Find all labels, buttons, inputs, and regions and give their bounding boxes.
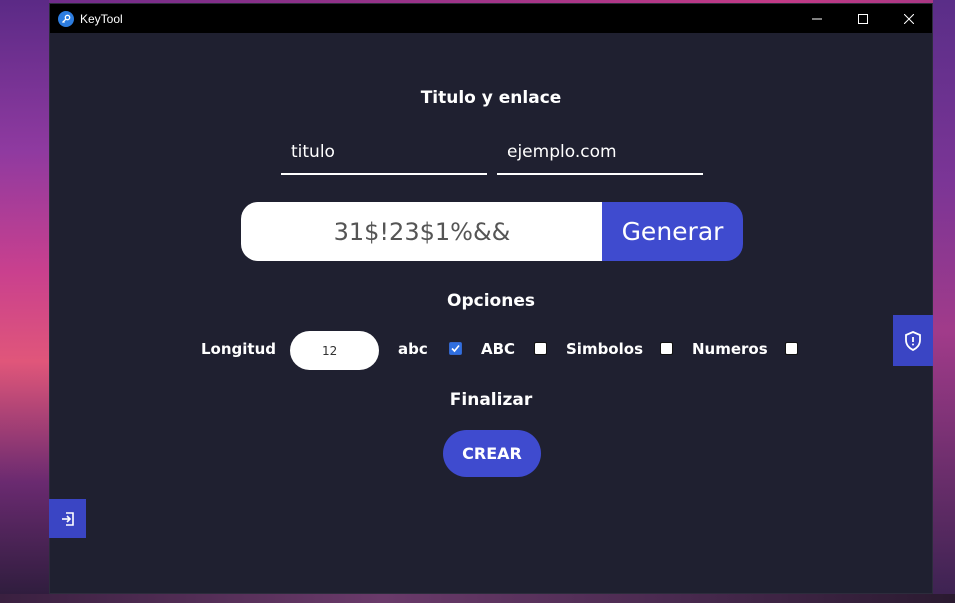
symbols-checkbox[interactable] [660, 342, 673, 355]
desktop-wallpaper-bottom [0, 594, 955, 603]
maximize-button[interactable] [840, 4, 886, 33]
minimize-icon [812, 18, 822, 19]
link-input[interactable] [497, 131, 703, 175]
create-button[interactable]: CREAR [443, 430, 541, 477]
maximize-icon [858, 13, 868, 24]
uppercase-label: ABC [481, 340, 516, 358]
lowercase-checkbox[interactable] [449, 342, 462, 355]
main-content: Titulo y enlace Generar Opciones Longitu… [50, 33, 932, 594]
generate-button[interactable]: Generar [602, 202, 743, 261]
numbers-checkbox[interactable] [785, 342, 798, 355]
close-icon [904, 13, 914, 24]
app-window: KeyTool Titulo y enlace Generar Opciones… [49, 3, 933, 594]
logout-icon [61, 511, 74, 526]
close-button[interactable] [886, 4, 932, 33]
uppercase-checkbox[interactable] [534, 342, 547, 355]
numbers-label: Numeros [692, 340, 768, 358]
title-input[interactable] [281, 131, 487, 175]
symbols-label: Simbolos [566, 340, 643, 358]
window-controls [794, 4, 932, 33]
logout-button[interactable] [49, 499, 86, 538]
length-input[interactable] [290, 331, 379, 370]
desktop-wallpaper-right [933, 0, 955, 603]
window-title: KeyTool [80, 11, 123, 26]
shield-icon [905, 330, 921, 351]
desktop-wallpaper-left [0, 0, 49, 603]
shield-button[interactable] [893, 315, 933, 366]
section-heading-finish: Finalizar [449, 390, 533, 410]
password-output[interactable] [241, 202, 603, 261]
minimize-button[interactable] [794, 4, 840, 33]
section-heading-options: Opciones [447, 291, 535, 311]
length-label: Longitud [201, 340, 277, 358]
check-icon [450, 343, 461, 354]
key-icon [58, 10, 74, 27]
lowercase-label: abc [398, 340, 428, 358]
title-bar[interactable]: KeyTool [50, 4, 932, 33]
section-heading-title-link: Titulo y enlace [420, 88, 562, 108]
